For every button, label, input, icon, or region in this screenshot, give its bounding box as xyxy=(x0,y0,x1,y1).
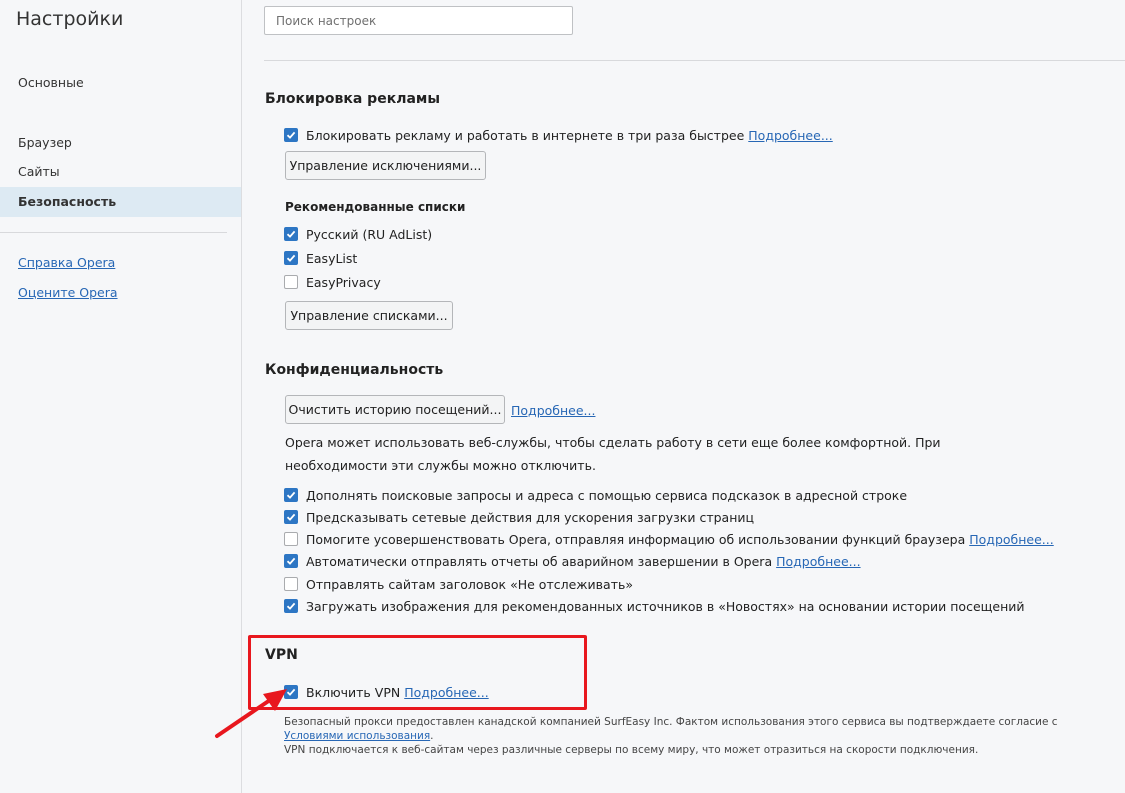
help-link[interactable]: Справка Opera xyxy=(18,255,115,270)
vpn-note-1: Безопасный прокси предоставлен канадской… xyxy=(284,716,1058,728)
usage-stats-more-link[interactable]: Подробнее... xyxy=(969,532,1053,547)
ru-adlist-label: Русский (RU AdList) xyxy=(306,226,433,242)
do-not-track-checkbox[interactable] xyxy=(284,577,298,591)
news-images-checkbox[interactable] xyxy=(284,599,298,613)
vpn-terms-suffix: . xyxy=(430,730,434,742)
easyprivacy-checkbox[interactable] xyxy=(284,275,298,289)
check-icon xyxy=(286,602,296,610)
sidebar-item-security[interactable]: Безопасность xyxy=(0,187,241,217)
page-title: Настройки xyxy=(16,8,124,30)
usage-stats-label: Помогите усовершенствовать Opera, отправ… xyxy=(306,531,966,547)
easylist-label: EasyList xyxy=(306,250,358,266)
list-item-easylist: EasyList xyxy=(284,248,357,268)
privacy-section-title: Конфиденциальность xyxy=(265,362,444,378)
main-divider xyxy=(264,60,1125,61)
check-icon xyxy=(286,513,296,521)
do-not-track-label: Отправлять сайтам заголовок «Не отслежив… xyxy=(306,576,633,592)
privacy-option-row: Загружать изображения для рекомендованны… xyxy=(284,596,1025,616)
sidebar: Настройки Основные Браузер Сайты Безопас… xyxy=(0,0,242,793)
list-item-easyprivacy: EasyPrivacy xyxy=(284,272,381,292)
easylist-checkbox[interactable] xyxy=(284,251,298,265)
search-input[interactable] xyxy=(264,6,573,35)
sidebar-item-basic[interactable]: Основные xyxy=(0,68,241,98)
block-ads-row: Блокировать рекламу и работать в интерне… xyxy=(284,125,833,145)
crash-reports-checkbox[interactable] xyxy=(284,554,298,568)
sidebar-divider xyxy=(0,232,227,233)
predict-network-label: Предсказывать сетевые действия для ускор… xyxy=(306,509,755,525)
clear-history-link-wrap: Подробнее... xyxy=(511,400,595,420)
block-ads-checkbox[interactable] xyxy=(284,128,298,142)
news-images-label: Загружать изображения для рекомендованны… xyxy=(306,598,1025,614)
check-icon xyxy=(286,491,296,499)
check-icon xyxy=(286,254,296,262)
check-icon xyxy=(286,131,296,139)
privacy-option-row: Дополнять поисковые запросы и адреса с п… xyxy=(284,485,907,505)
clear-history-button[interactable]: Очистить историю посещений... xyxy=(285,395,505,424)
check-icon xyxy=(286,557,296,565)
vpn-terms-link[interactable]: Условиями использования xyxy=(284,730,430,742)
block-ads-more-link[interactable]: Подробнее... xyxy=(748,128,832,143)
crash-reports-more-link[interactable]: Подробнее... xyxy=(776,554,860,569)
predict-network-checkbox[interactable] xyxy=(284,510,298,524)
vpn-terms-line: Условиями использования. xyxy=(284,730,433,742)
search-suggest-checkbox[interactable] xyxy=(284,488,298,502)
crash-reports-label: Автоматически отправлять отчеты об авари… xyxy=(306,553,773,569)
red-arrow-icon xyxy=(215,689,287,738)
vpn-note-2: VPN подключается к веб-сайтам через разл… xyxy=(284,744,979,756)
rate-opera-link[interactable]: Оцените Opera xyxy=(18,285,118,300)
adblock-section-title: Блокировка рекламы xyxy=(265,91,440,107)
usage-stats-checkbox[interactable] xyxy=(284,532,298,546)
ru-adlist-checkbox[interactable] xyxy=(284,227,298,241)
recommended-lists-title: Рекомендованные списки xyxy=(285,200,466,214)
sidebar-item-browser[interactable]: Браузер xyxy=(0,128,241,158)
manage-exceptions-button[interactable]: Управление исключениями... xyxy=(285,151,486,180)
list-item-ru-adlist: Русский (RU AdList) xyxy=(284,224,432,244)
privacy-description: Opera может использовать веб-службы, что… xyxy=(285,435,941,473)
privacy-option-row: Предсказывать сетевые действия для ускор… xyxy=(284,507,754,527)
privacy-option-row: Автоматически отправлять отчеты об авари… xyxy=(284,551,861,571)
sidebar-item-sites[interactable]: Сайты xyxy=(0,157,241,187)
clear-history-more-link[interactable]: Подробнее... xyxy=(511,403,595,418)
easyprivacy-label: EasyPrivacy xyxy=(306,274,381,290)
privacy-option-row: Отправлять сайтам заголовок «Не отслежив… xyxy=(284,574,633,594)
block-ads-label: Блокировать рекламу и работать в интерне… xyxy=(306,127,745,143)
vpn-highlight-box xyxy=(248,635,587,710)
check-icon xyxy=(286,230,296,238)
manage-lists-button[interactable]: Управление списками... xyxy=(285,301,453,330)
privacy-option-row: Помогите усовершенствовать Opera, отправ… xyxy=(284,529,1054,549)
search-suggest-label: Дополнять поисковые запросы и адреса с п… xyxy=(306,487,908,503)
